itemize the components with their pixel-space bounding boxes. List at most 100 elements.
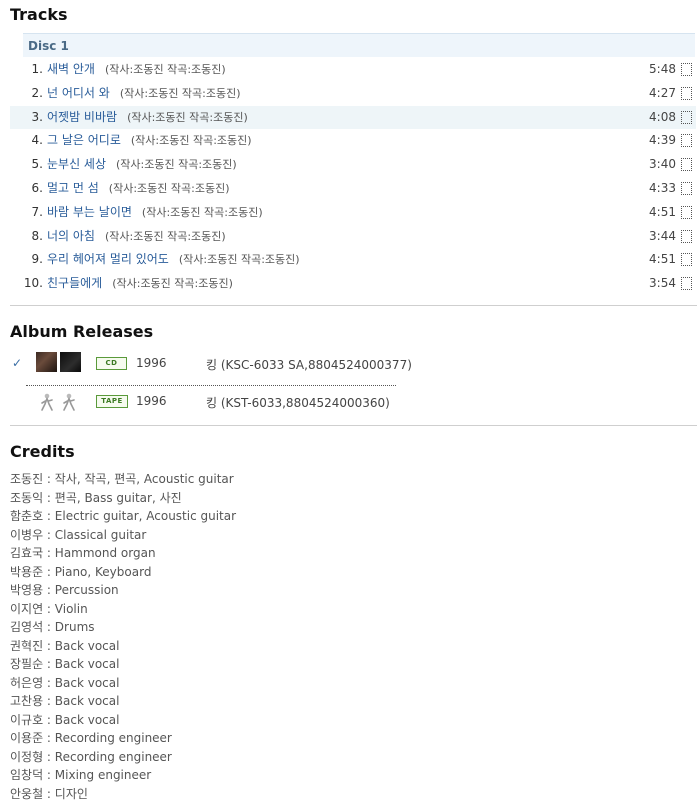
track-credits: (작사:조동진 작곡:조동진) xyxy=(116,158,237,172)
track-number: 10. xyxy=(23,276,43,291)
credit-item: 이지연 : Violin xyxy=(10,601,88,616)
track-number: 7. xyxy=(31,204,43,219)
track-credits: (작사:조동진 작곡:조동진) xyxy=(104,229,226,243)
credit-item: 이정형 : Recording engineer xyxy=(10,749,172,764)
credits-list: 조동진 : 작사, 작곡, 편곡, Acoustic guitar 조동익 : … xyxy=(10,470,236,803)
album-back-thumbnail[interactable] xyxy=(60,352,81,372)
track-credits: (작사:조동진 작곡:조동진) xyxy=(119,86,241,100)
select-checkbox-icon[interactable] xyxy=(681,253,692,267)
release-year: 1996 xyxy=(136,356,167,370)
disc-header: Disc 1 xyxy=(23,33,695,57)
track-duration: 4:08 xyxy=(649,109,676,124)
release-divider xyxy=(26,385,396,386)
select-checkbox-icon[interactable] xyxy=(681,63,692,76)
select-checkbox-icon[interactable] xyxy=(681,158,692,172)
track-row[interactable]: 7. 바람 부는 날이면 (작사:조동진 작곡:조동진) 4:51 xyxy=(10,201,696,225)
track-row[interactable]: 10. 친구들에게 (작사:조동진 작곡:조동진) 3:54 xyxy=(10,272,696,296)
select-checkbox-icon[interactable] xyxy=(681,181,692,195)
track-duration: 3:44 xyxy=(649,228,676,243)
track-number: 9. xyxy=(31,252,43,267)
select-checkbox-icon[interactable] xyxy=(681,134,692,148)
track-number: 3. xyxy=(31,109,43,124)
track-number: 1. xyxy=(31,62,43,76)
no-image-placeholder-icon xyxy=(63,393,75,411)
track-number: 4. xyxy=(31,133,43,148)
release-row[interactable]: TAPE 1996 킹 (KST-6033,8804524000360) xyxy=(10,388,410,418)
track-credits: (작사:조동진 작곡:조동진) xyxy=(104,63,226,76)
track-credits: (작사:조동진 작곡:조동진) xyxy=(130,134,252,148)
track-number: 6. xyxy=(31,180,43,195)
credit-item: 김영석 : Drums xyxy=(10,620,95,634)
track-credits: (작사:조동진 작곡:조동진) xyxy=(108,181,230,195)
credit-item: 박영용 : Percussion xyxy=(10,583,119,597)
track-duration: 5:48 xyxy=(649,62,676,76)
track-list: 1. 새벽 안개 (작사:조동진 작곡:조동진) 5:48 2. 넌 어디서 와 (… xyxy=(10,58,696,296)
credit-item: 고찬용 : Back vocal xyxy=(10,694,120,708)
credit-item: 조동익 : 편곡, Bass guitar, 사진 xyxy=(10,490,182,505)
selected-check-icon: ✓ xyxy=(12,356,23,370)
track-title-link[interactable]: 새벽 안개 xyxy=(47,62,95,76)
credit-item: 임창덕 : Mixing engineer xyxy=(10,768,152,782)
track-title-link[interactable]: 눈부신 세상 xyxy=(47,157,106,171)
select-checkbox-icon[interactable] xyxy=(681,277,692,291)
tracks-heading: Tracks xyxy=(10,5,68,24)
credit-item: 김효국 : Hammond organ xyxy=(10,546,156,560)
track-number: 8. xyxy=(31,228,43,243)
credits-heading: Credits xyxy=(10,442,75,461)
track-duration: 3:40 xyxy=(649,157,676,172)
release-row[interactable]: ✓ CD 1996 킹 (KSC-6033 SA,8804524000377) xyxy=(10,350,412,380)
track-duration: 4:39 xyxy=(649,133,676,148)
credit-item: 함춘호 : Electric guitar, Acoustic guitar xyxy=(10,509,237,523)
credit-item: 박용준 : Piano, Keyboard xyxy=(10,564,152,579)
section-divider xyxy=(10,305,697,306)
select-checkbox-icon[interactable] xyxy=(681,110,692,124)
track-duration: 3:54 xyxy=(649,276,676,291)
section-divider xyxy=(10,425,697,426)
credit-item: 권혁진 : Back vocal xyxy=(10,638,120,653)
no-image-placeholder-icon xyxy=(41,393,53,411)
credit-item: 이병우 : Classical guitar xyxy=(10,527,147,542)
track-title-link[interactable]: 바람 부는 날이면 xyxy=(47,205,132,219)
track-row[interactable]: 3. 어젯밤 비바람 (작사:조동진 작곡:조동진) 4:08 xyxy=(10,105,696,130)
track-duration: 4:33 xyxy=(649,180,676,195)
release-label: 킹 (KST-6033,8804524000360) xyxy=(206,396,390,410)
track-credits: (작사:조동진 작곡:조동진) xyxy=(178,253,300,267)
select-checkbox-icon[interactable] xyxy=(681,229,692,243)
track-number: 5. xyxy=(31,157,43,172)
credit-item: 조동진 : 작사, 작곡, 편곡, Acoustic guitar xyxy=(10,472,234,486)
track-title-link[interactable]: 친구들에게 xyxy=(47,276,102,290)
track-title-link[interactable]: 그 날은 어디로 xyxy=(47,133,121,147)
track-title-link[interactable]: 어젯밤 비바람 xyxy=(47,110,117,124)
release-year: 1996 xyxy=(136,394,167,408)
select-checkbox-icon[interactable] xyxy=(681,205,692,219)
track-credits: (작사:조동진 작곡:조동진) xyxy=(127,110,248,124)
track-duration: 4:27 xyxy=(649,85,676,100)
track-duration: 4:51 xyxy=(649,252,676,267)
track-row[interactable]: 9. 우리 헤어져 멀리 있어도 (작사:조동진 작곡:조동진) 4:51 xyxy=(10,248,696,272)
release-label: 킹 (KSC-6033 SA,8804524000377) xyxy=(206,358,412,372)
track-title-link[interactable]: 우리 헤어져 멀리 있어도 xyxy=(47,252,169,266)
credit-item: 장필순 : Back vocal xyxy=(10,657,120,671)
credit-item: 안웅철 : 디자인 xyxy=(10,786,88,801)
album-cover-thumbnail[interactable] xyxy=(36,352,57,372)
track-row[interactable]: 1. 새벽 안개 (작사:조동진 작곡:조동진) 5:48 xyxy=(10,58,696,82)
track-credits: (작사:조동진 작곡:조동진) xyxy=(112,277,233,291)
track-title-link[interactable]: 멀고 먼 섬 xyxy=(47,181,99,195)
track-row[interactable]: 5. 눈부신 세상 (작사:조동진 작곡:조동진) 3:40 xyxy=(10,153,696,177)
track-row[interactable]: 6. 멀고 먼 섬 (작사:조동진 작곡:조동진) 4:33 xyxy=(10,177,696,201)
track-number: 2. xyxy=(31,85,43,100)
credit-item: 이규호 : Back vocal xyxy=(10,712,120,727)
track-row[interactable]: 4. 그 날은 어디로 (작사:조동진 작곡:조동진) 4:39 xyxy=(10,129,696,153)
format-badge: CD xyxy=(96,357,127,370)
format-badge: TAPE xyxy=(96,395,128,408)
select-checkbox-icon[interactable] xyxy=(681,86,692,100)
track-row[interactable]: 8. 너의 아침 (작사:조동진 작곡:조동진) 3:44 xyxy=(10,225,696,249)
track-duration: 4:51 xyxy=(649,204,676,219)
track-credits: (작사:조동진 작곡:조동진) xyxy=(141,205,263,219)
credit-item: 허은영 : Back vocal xyxy=(10,675,120,690)
track-title-link[interactable]: 넌 어디서 와 xyxy=(47,86,110,100)
track-title-link[interactable]: 너의 아침 xyxy=(47,229,95,243)
credit-item: 이용준 : Recording engineer xyxy=(10,731,172,745)
track-row[interactable]: 2. 넌 어디서 와 (작사:조동진 작곡:조동진) 4:27 xyxy=(10,82,696,106)
album-releases-heading: Album Releases xyxy=(10,322,154,341)
